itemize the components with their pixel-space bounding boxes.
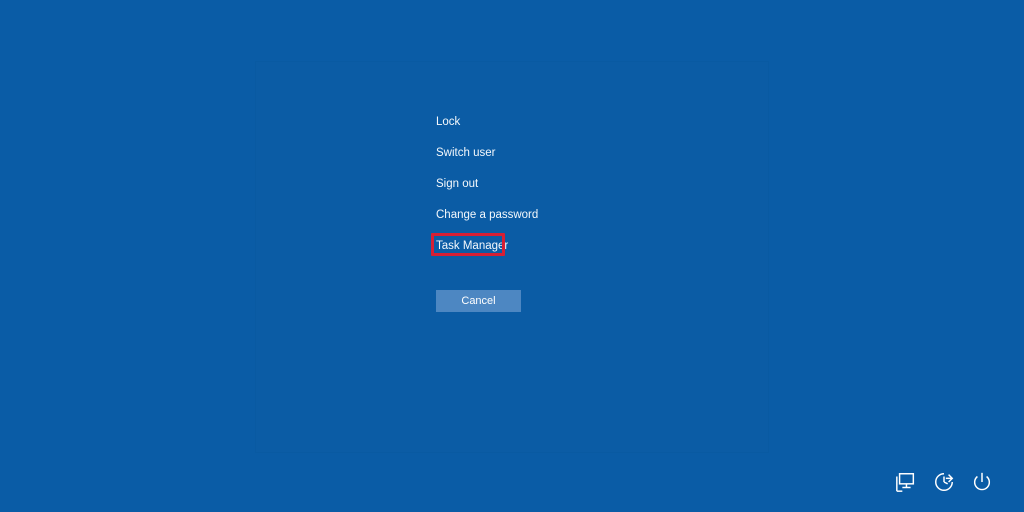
power-icon[interactable] — [970, 470, 994, 494]
menu-item-sign-out[interactable]: Sign out — [436, 175, 478, 193]
menu-item-lock[interactable]: Lock — [436, 113, 460, 131]
ease-of-access-icon[interactable] — [932, 470, 956, 494]
cancel-button[interactable]: Cancel — [436, 290, 521, 312]
menu-item-change-password[interactable]: Change a password — [436, 206, 538, 224]
security-options-panel — [256, 62, 768, 452]
task-manager-highlight — [431, 233, 505, 256]
menu-item-switch-user[interactable]: Switch user — [436, 144, 495, 162]
network-icon[interactable] — [894, 470, 918, 494]
system-tray — [894, 470, 994, 494]
